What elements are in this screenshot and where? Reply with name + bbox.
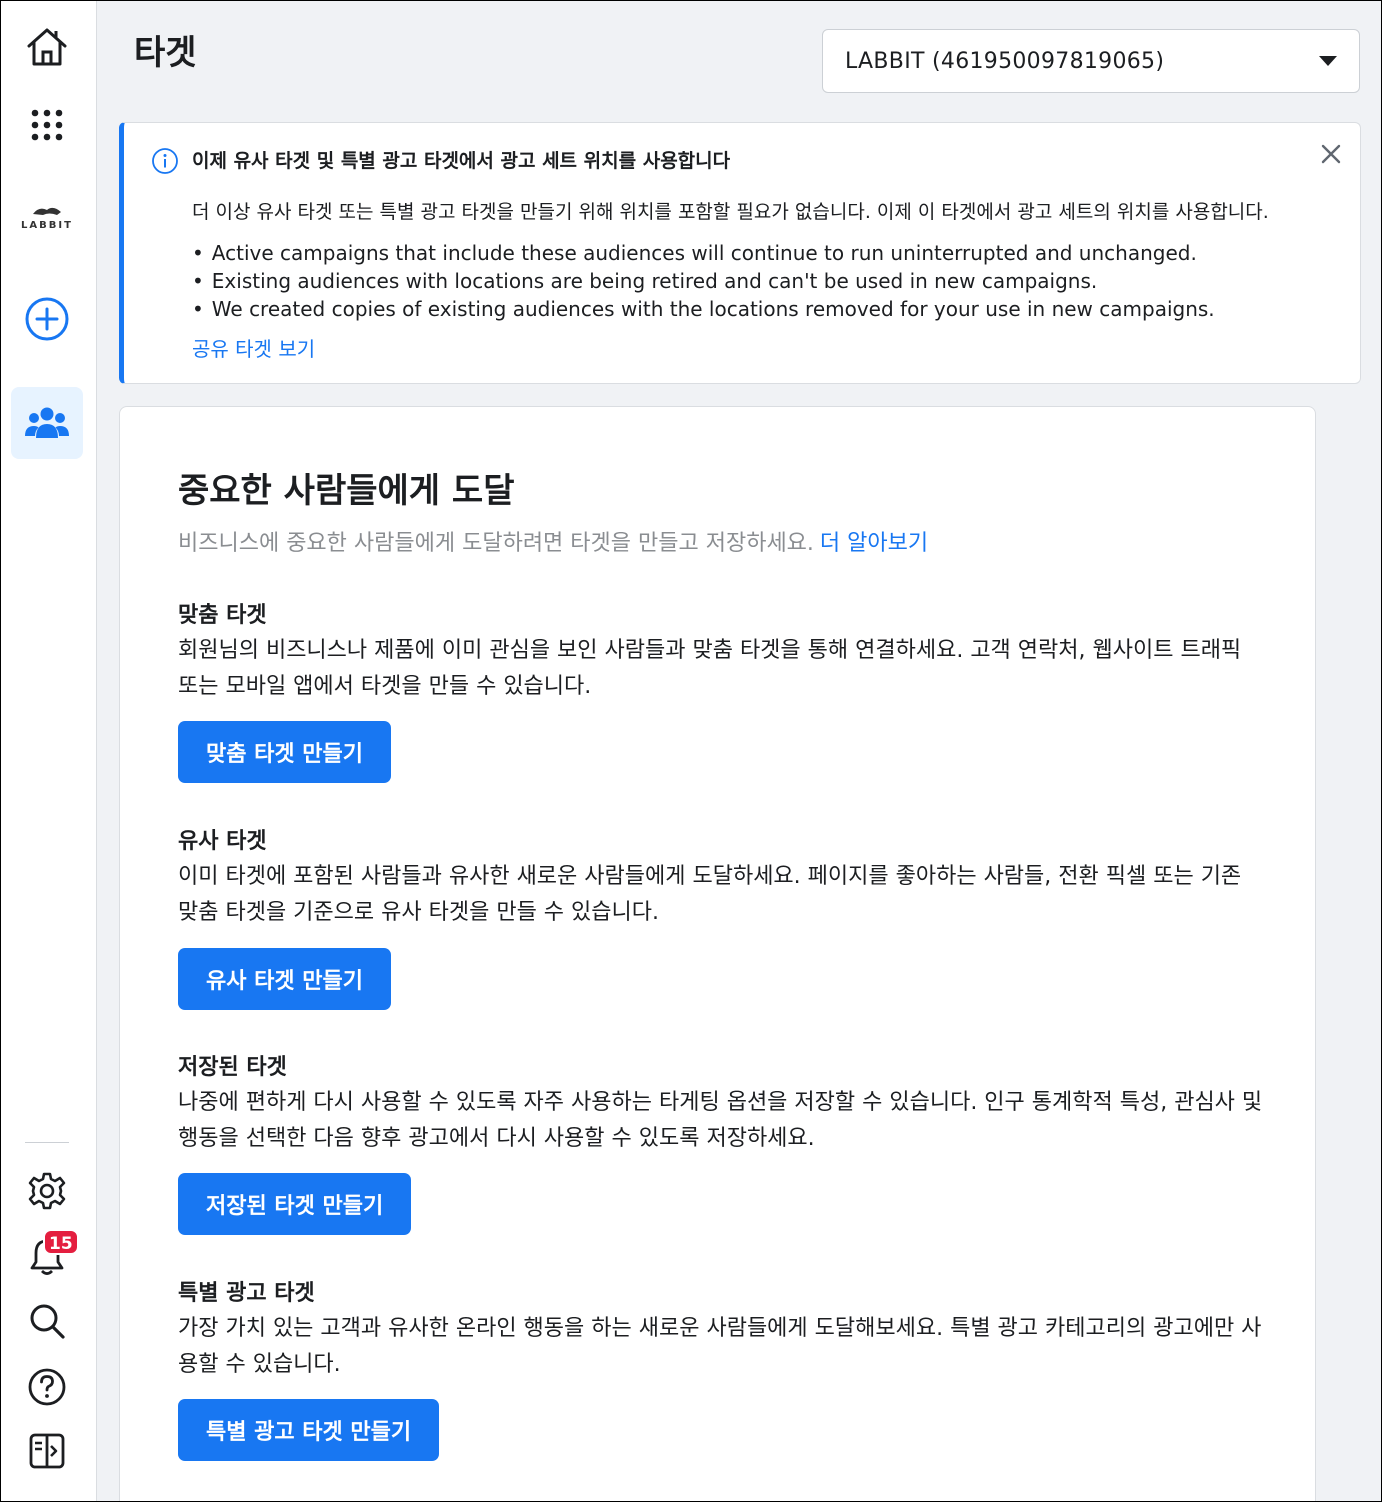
audience-options-card: 중요한 사람들에게 도달 비즈니스에 중요한 사람들에게 도달하려면 타겟을 만…: [119, 406, 1316, 1501]
home-button[interactable]: [11, 11, 83, 83]
ad-account-label: LABBIT (461950097819065): [845, 48, 1165, 74]
section-description: 나중에 편하게 다시 사용할 수 있도록 자주 사용하는 타게팅 옵션을 저장할…: [178, 1090, 1263, 1151]
side-panel-icon: [29, 1433, 65, 1469]
lookalike-audience-section: 유사 타겟 이미 타겟에 포함된 사람들과 유사한 새로운 사람들에게 도달하세…: [178, 827, 1268, 931]
gear-icon: [28, 1172, 66, 1210]
create-button[interactable]: [11, 283, 83, 355]
notice-body: 더 이상 유사 타겟 또는 특별 광고 타겟을 만들기 위해 위치를 포함할 필…: [192, 201, 1269, 223]
sidebar: LABBIT 15: [1, 1, 97, 1501]
rabbit-logo-icon: [33, 207, 61, 215]
notice-bullet: We created copies of existing audiences …: [192, 295, 1215, 323]
grid-icon: [31, 109, 63, 141]
learn-more-link[interactable]: 더 알아보기: [820, 531, 928, 556]
section-description: 이미 타겟에 포함된 사람들과 유사한 새로운 사람들에게 도달하세요. 페이지…: [178, 864, 1242, 925]
notification-count-badge: 15: [43, 1229, 79, 1255]
notice-bullet: Active campaigns that include these audi…: [192, 239, 1215, 267]
all-tools-button[interactable]: [11, 89, 83, 161]
info-icon: [152, 148, 178, 174]
page-title: 타겟: [134, 33, 197, 73]
create-special-ad-audience-button[interactable]: 특별 광고 타겟 만들기: [178, 1399, 440, 1461]
location-notice-banner: 이제 유사 타겟 및 특별 광고 타겟에서 광고 세트 위치를 사용합니다 더 …: [119, 122, 1361, 384]
card-subtitle-text: 비즈니스에 중요한 사람들에게 도달하려면 타겟을 만들고 저장하세요.: [178, 531, 814, 556]
saved-audience-section: 저장된 타겟 나중에 편하게 다시 사용할 수 있도록 자주 사용하는 타게팅 …: [178, 1053, 1268, 1157]
home-icon: [27, 28, 67, 66]
view-shared-audiences-link[interactable]: 공유 타겟 보기: [192, 333, 315, 362]
toggle-panel-button[interactable]: [11, 1415, 83, 1487]
search-button[interactable]: [11, 1285, 83, 1357]
section-title: 맞춤 타겟: [178, 603, 267, 628]
section-description: 가장 가치 있는 고객과 유사한 온라인 행동을 하는 새로운 사람들에게 도달…: [178, 1316, 1262, 1377]
special-ad-audience-section: 특별 광고 타겟 가장 가치 있는 고객과 유사한 온라인 행동을 하는 새로운…: [178, 1279, 1268, 1383]
create-saved-audience-button[interactable]: 저장된 타겟 만들기: [178, 1173, 412, 1235]
logo-text: LABBIT: [21, 219, 73, 231]
account-logo[interactable]: LABBIT: [11, 187, 83, 247]
section-title: 저장된 타겟: [178, 1055, 287, 1080]
create-custom-audience-button[interactable]: 맞춤 타겟 만들기: [178, 721, 391, 783]
section-title: 특별 광고 타겟: [178, 1281, 315, 1306]
close-notice-button[interactable]: [1316, 139, 1346, 169]
help-button[interactable]: [11, 1351, 83, 1423]
caret-down-icon: [1319, 56, 1337, 66]
section-title: 유사 타겟: [178, 829, 267, 854]
card-subtitle: 비즈니스에 중요한 사람들에게 도달하려면 타겟을 만들고 저장하세요. 더 알아…: [178, 525, 928, 557]
ad-account-selector[interactable]: LABBIT (461950097819065): [822, 29, 1360, 93]
settings-button[interactable]: [11, 1155, 83, 1227]
app-window: LABBIT 15 타겟 LABBIT (461950097819065) 이제…: [0, 0, 1382, 1502]
notice-title: 이제 유사 타겟 및 특별 광고 타겟에서 광고 세트 위치를 사용합니다: [192, 150, 731, 172]
search-icon: [30, 1304, 65, 1339]
close-icon: [1321, 144, 1341, 164]
sidebar-divider: [25, 1142, 69, 1143]
create-lookalike-audience-button[interactable]: 유사 타겟 만들기: [178, 948, 391, 1010]
notice-bullet-list: Active campaigns that include these audi…: [192, 239, 1215, 323]
section-description: 회원님의 비즈니스나 제품에 이미 관심을 보인 사람들과 맞춤 타겟을 통해 …: [178, 638, 1242, 699]
plus-circle-icon: [25, 297, 69, 341]
people-group-icon: [25, 407, 69, 438]
notice-bullet: Existing audiences with locations are be…: [192, 267, 1215, 295]
audiences-nav-button[interactable]: [11, 387, 83, 459]
card-title: 중요한 사람들에게 도달: [178, 471, 515, 511]
custom-audience-section: 맞춤 타겟 회원님의 비즈니스나 제품에 이미 관심을 보인 사람들과 맞춤 타…: [178, 601, 1268, 705]
question-circle-icon: [28, 1368, 66, 1406]
